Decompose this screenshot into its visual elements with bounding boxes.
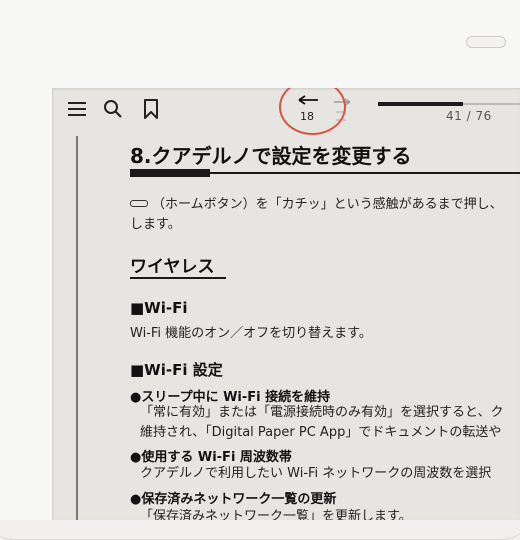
page-margin-line bbox=[76, 136, 78, 520]
setting-item-text: 「保存済みネットワーク一覧」を更新します。 bbox=[140, 509, 412, 520]
document-page: 8.クアデルノで設定を変更する （ホームボタン）を「カチッ」という感触があるまで… bbox=[130, 88, 520, 520]
intro-paragraph-line: （ホームボタン）を「カチッ」という感触があるまで押し、 bbox=[130, 196, 503, 214]
setting-item-text: クアデルノで利用したい Wi-Fi ネットワークの周波数を選択 bbox=[140, 466, 492, 481]
wifi-settings-heading: ■Wi-Fi 設定 bbox=[130, 361, 223, 379]
setting-item-text: 「常に有効」または「電源接続時のみ有効」を選択すると、ク bbox=[140, 405, 504, 420]
setting-item-heading: ●保存済みネットワーク一覧の更新 bbox=[130, 492, 337, 507]
search-icon[interactable] bbox=[102, 98, 124, 120]
title-rule-accent bbox=[130, 169, 210, 177]
section-heading-wireless: ワイヤレス bbox=[130, 257, 215, 277]
setting-item-heading: ●使用する Wi-Fi 周波数帯 bbox=[130, 450, 292, 465]
section-rule bbox=[130, 277, 226, 279]
home-button-icon bbox=[130, 200, 148, 207]
wifi-heading: ■Wi-Fi bbox=[130, 299, 188, 317]
title-rule bbox=[210, 172, 520, 174]
device-sensor bbox=[466, 36, 506, 48]
intro-paragraph-line: します。 bbox=[130, 217, 181, 232]
setting-item-text: 維持され、「Digital Paper PC App」でドキュメントの転送や bbox=[140, 425, 502, 440]
chapter-title: 8.クアデルノで設定を変更する bbox=[130, 144, 412, 168]
eink-screen: 18 41 / 76 8.クアデルノで設定を変更する （ホームボタン）を「カチッ… bbox=[52, 88, 520, 520]
wifi-description: Wi-Fi 機能のオン／オフを切り替えます。 bbox=[130, 326, 372, 341]
setting-item-heading: ●スリープ中に Wi-Fi 接続を維持 bbox=[130, 390, 331, 405]
menu-icon[interactable] bbox=[66, 98, 88, 120]
